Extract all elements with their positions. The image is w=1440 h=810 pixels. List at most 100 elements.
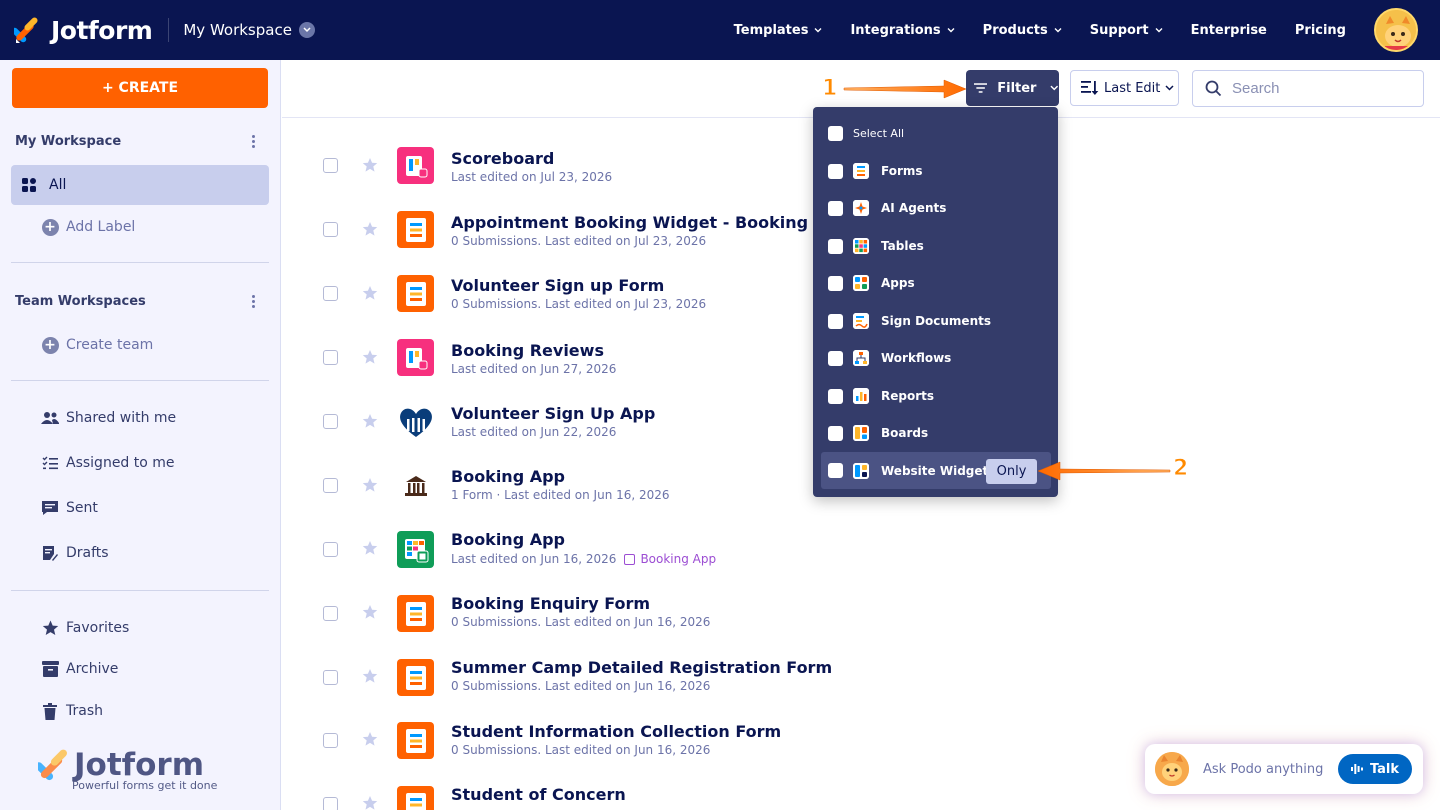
sidebar-item-shared[interactable]: Shared with me <box>41 409 176 427</box>
filter-option-ai-agents[interactable]: AI Agents <box>821 190 1051 226</box>
star-icon[interactable] <box>362 413 378 429</box>
list-item[interactable]: Summer Camp Detailed Registration Form 0… <box>282 644 1142 708</box>
item-title[interactable]: Booking Enquiry Form <box>451 594 650 613</box>
podo-assistant-bar[interactable]: Ask Podo anything Talk <box>1145 744 1423 794</box>
filter-checkbox[interactable] <box>828 275 843 291</box>
item-title[interactable]: Appointment Booking Widget - Booking For… <box>451 213 860 232</box>
podo-avatar <box>1155 752 1189 786</box>
sidebar-item-sent[interactable]: Sent <box>41 499 98 517</box>
row-checkbox[interactable] <box>323 414 338 429</box>
filter-option-website-widgets[interactable]: Website Widgets Only <box>821 452 1051 489</box>
item-title[interactable]: Summer Camp Detailed Registration Form <box>451 658 832 677</box>
item-title[interactable]: Booking Reviews <box>451 341 604 360</box>
sidebar-item-drafts[interactable]: Drafts <box>41 544 109 562</box>
search-input[interactable] <box>1232 80 1412 97</box>
row-checkbox[interactable] <box>323 286 338 301</box>
sidebar-item-trash[interactable]: Trash <box>41 702 103 720</box>
create-button[interactable]: + CREATE <box>12 68 268 108</box>
sidebar-item-favorites[interactable]: Favorites <box>41 619 129 637</box>
filter-option-boards[interactable]: Boards <box>821 415 1051 451</box>
row-checkbox[interactable] <box>323 797 338 810</box>
filter-checkbox[interactable] <box>828 463 843 478</box>
team-more-icon[interactable] <box>252 295 256 309</box>
filter-checkbox[interactable] <box>828 313 843 329</box>
nav-support[interactable]: Support <box>1090 23 1163 38</box>
star-icon[interactable] <box>362 221 378 237</box>
sidebar: + CREATE My Workspace All + Add Label Te… <box>0 60 281 810</box>
search-box[interactable] <box>1192 70 1424 107</box>
filter-option-forms[interactable]: Forms <box>821 153 1051 189</box>
item-title[interactable]: Scoreboard <box>451 149 554 168</box>
draft-icon <box>41 544 59 562</box>
item-title[interactable]: Student Information Collection Form <box>451 722 781 741</box>
only-button[interactable]: Only <box>986 459 1037 484</box>
filter-checkbox[interactable] <box>828 388 843 404</box>
workspace-switcher[interactable]: My Workspace <box>183 21 315 39</box>
item-title[interactable]: Booking App <box>451 530 565 549</box>
row-checkbox[interactable] <box>323 542 338 557</box>
filter-checkbox[interactable] <box>828 163 843 179</box>
list-item[interactable]: Booking Enquiry Form 0 Submissions. Last… <box>282 580 1142 644</box>
row-checkbox[interactable] <box>323 670 338 685</box>
search-icon <box>1205 80 1222 97</box>
jotform-logo-icon <box>38 749 67 781</box>
list-item[interactable]: Student Information Collection Form 0 Su… <box>282 708 1142 772</box>
chevron-down-icon <box>1155 28 1163 33</box>
nav-templates[interactable]: Templates <box>734 23 823 38</box>
row-checkbox[interactable] <box>323 733 338 748</box>
star-icon[interactable] <box>362 477 378 493</box>
podo-placeholder[interactable]: Ask Podo anything <box>1203 762 1323 777</box>
star-icon[interactable] <box>362 604 378 620</box>
sidebar-item-archive[interactable]: Archive <box>41 660 118 678</box>
filter-button[interactable]: Filter <box>966 70 1059 106</box>
filter-option-reports[interactable]: Reports <box>821 378 1051 414</box>
row-checkbox[interactable] <box>323 606 338 621</box>
filter-checkbox[interactable] <box>828 200 843 216</box>
filter-option-tables[interactable]: Tables <box>821 228 1051 264</box>
top-navigation-bar: Jotform My Workspace Templates Integrati… <box>0 0 1440 60</box>
sort-button[interactable]: Last Edit <box>1070 70 1179 106</box>
filter-option-apps[interactable]: Apps <box>821 265 1051 301</box>
nav-integrations[interactable]: Integrations <box>850 23 955 38</box>
list-item[interactable]: Booking App Last edited on Jun 16, 2026 … <box>282 516 1142 580</box>
star-icon[interactable] <box>362 668 378 684</box>
talk-button[interactable]: Talk <box>1338 754 1412 784</box>
my-workspace-title: My Workspace <box>15 134 122 149</box>
star-icon[interactable] <box>362 795 378 810</box>
nav-products[interactable]: Products <box>983 23 1062 38</box>
star-icon[interactable] <box>362 540 378 556</box>
item-title[interactable]: Volunteer Sign Up App <box>451 404 655 423</box>
nav-enterprise[interactable]: Enterprise <box>1191 23 1267 38</box>
sidebar-divider <box>11 590 269 591</box>
star-icon[interactable] <box>362 157 378 173</box>
row-checkbox[interactable] <box>323 158 338 173</box>
app-tag[interactable]: Booking App <box>624 552 716 566</box>
row-checkbox[interactable] <box>323 222 338 237</box>
create-team-button[interactable]: + Create team <box>41 336 153 354</box>
item-title[interactable]: Booking App <box>451 467 565 486</box>
star-icon[interactable] <box>362 731 378 747</box>
item-title[interactable]: Student of Concern <box>451 785 626 804</box>
sidebar-item-label: Favorites <box>66 620 130 636</box>
filter-select-all[interactable]: Select All <box>821 115 1051 151</box>
list-item[interactable]: Student of Concern <box>282 772 1142 810</box>
filter-checkbox[interactable] <box>828 238 843 254</box>
filter-option-workflows[interactable]: Workflows <box>821 340 1051 376</box>
star-icon[interactable] <box>362 285 378 301</box>
workspace-more-icon[interactable] <box>252 135 256 149</box>
row-checkbox[interactable] <box>323 350 338 365</box>
item-subtitle: 0 Submissions. Last edited on Jun 16, 20… <box>451 615 711 629</box>
add-label-button[interactable]: + Add Label <box>41 218 135 236</box>
sidebar-item-assigned[interactable]: Assigned to me <box>41 454 175 472</box>
row-checkbox[interactable] <box>323 478 338 493</box>
nav-pricing[interactable]: Pricing <box>1295 23 1346 38</box>
select-all-checkbox[interactable] <box>828 125 843 141</box>
star-icon[interactable] <box>362 349 378 365</box>
item-title[interactable]: Volunteer Sign up Form <box>451 276 664 295</box>
filter-checkbox[interactable] <box>828 425 843 441</box>
jotform-logo[interactable]: Jotform <box>11 16 153 45</box>
user-avatar[interactable] <box>1374 8 1418 52</box>
sidebar-item-all[interactable]: All <box>11 165 269 205</box>
filter-option-sign-documents[interactable]: Sign Documents <box>821 303 1051 339</box>
filter-checkbox[interactable] <box>828 350 843 366</box>
